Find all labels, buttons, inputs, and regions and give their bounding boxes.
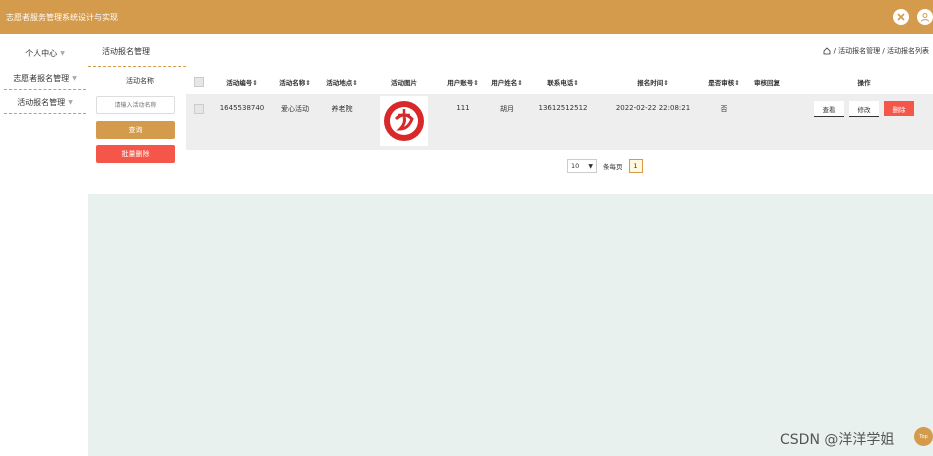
- breadcrumb-text[interactable]: / 活动报名管理 / 活动报名列表: [834, 46, 929, 56]
- cell-location: 养老院: [331, 105, 353, 113]
- column-header[interactable]: 报名时间⇕: [637, 77, 668, 87]
- page-size-select[interactable]: 10 ▼: [567, 159, 597, 173]
- sidebar-item-volunteer-signup[interactable]: 志愿者报名管理 ▼: [4, 67, 86, 90]
- view-button[interactable]: 查看: [814, 101, 844, 117]
- batch-delete-button[interactable]: 批量删除: [96, 145, 175, 163]
- cell-activity-no: 1645538740: [219, 104, 265, 112]
- watermark: CSDN @洋洋学姐: [780, 432, 895, 448]
- home-icon[interactable]: [823, 47, 831, 55]
- query-button[interactable]: 查询: [96, 121, 175, 139]
- select-all-checkbox[interactable]: [194, 77, 204, 87]
- page-number[interactable]: 1: [628, 159, 643, 173]
- app-title: 志愿者服务管理系统设计与实现: [6, 13, 118, 22]
- sidebar-item-label: 志愿者报名管理: [13, 73, 70, 83]
- column-header: 审核回复: [754, 79, 780, 87]
- cell-signup-time: 2022-02-22 22:08:21: [615, 104, 691, 112]
- per-page-label: 条每页: [603, 163, 623, 171]
- column-header[interactable]: 活动地点⇕: [326, 77, 357, 87]
- back-to-top-button[interactable]: Top: [914, 427, 933, 446]
- data-table: 活动编号⇕ 活动名称⇕ 活动地点⇕ 活动图片 用户账号⇕ 用户姓名⇕ 联系电话⇕…: [186, 66, 933, 150]
- sidebar-item-activity-signup[interactable]: 活动报名管理 ▼: [4, 91, 86, 114]
- cell-activity-name: 爱心活动: [281, 105, 309, 113]
- cell-reviewed: 否: [720, 105, 728, 113]
- page-title: 活动报名管理: [102, 47, 150, 56]
- chevron-down-icon: ▼: [60, 49, 65, 57]
- chevron-down-icon: ▼: [68, 98, 73, 106]
- column-header: 活动图片: [391, 79, 417, 87]
- content-background: [88, 194, 933, 456]
- column-header[interactable]: 活动编号⇕: [226, 77, 257, 87]
- delete-button[interactable]: 删除: [884, 101, 914, 116]
- column-header[interactable]: 联系电话⇕: [547, 77, 578, 87]
- column-header[interactable]: 用户账号⇕: [447, 77, 478, 87]
- search-input[interactable]: [96, 96, 175, 114]
- sidebar-item-personal-center[interactable]: 个人中心 ▼: [4, 42, 86, 64]
- sidebar: 个人中心 ▼ 志愿者报名管理 ▼ 活动报名管理 ▼: [0, 34, 88, 456]
- filter-panel: 活动名称 查询 批量删除: [88, 66, 186, 194]
- column-header: 操作: [857, 79, 871, 87]
- cell-user-name: 胡月: [500, 105, 514, 113]
- table-header: 活动编号⇕ 活动名称⇕ 活动地点⇕ 活动图片 用户账号⇕ 用户姓名⇕ 联系电话⇕…: [186, 66, 933, 94]
- row-checkbox[interactable]: [194, 104, 204, 114]
- page-header: 活动报名管理 / 活动报名管理 / 活动报名列表: [88, 34, 933, 67]
- column-header[interactable]: 活动名称⇕: [279, 77, 310, 87]
- pagination: 10 ▼ 条每页 1: [567, 159, 643, 173]
- top-bar: 志愿者服务管理系统设计与实现: [0, 0, 933, 34]
- sidebar-item-label: 个人中心: [25, 48, 58, 58]
- fullscreen-icon[interactable]: [893, 9, 909, 25]
- column-header[interactable]: 用户姓名⇕: [491, 77, 522, 87]
- edit-button[interactable]: 修改: [849, 101, 879, 117]
- breadcrumb: / 活动报名管理 / 活动报名列表: [823, 46, 929, 56]
- user-icon[interactable]: [917, 9, 933, 25]
- chevron-down-icon: ▼: [72, 74, 77, 82]
- column-header[interactable]: 是否审核⇕: [708, 77, 739, 87]
- filter-label: 活动名称: [126, 77, 154, 85]
- chevron-down-icon: ▼: [588, 162, 593, 170]
- activity-image: [380, 96, 428, 146]
- cell-phone: 13612512512: [538, 104, 588, 112]
- cell-account: 111: [456, 104, 470, 112]
- page-size-value: 10: [571, 162, 580, 170]
- volunteer-logo-icon: [384, 101, 424, 141]
- sidebar-item-label: 活动报名管理: [17, 97, 66, 107]
